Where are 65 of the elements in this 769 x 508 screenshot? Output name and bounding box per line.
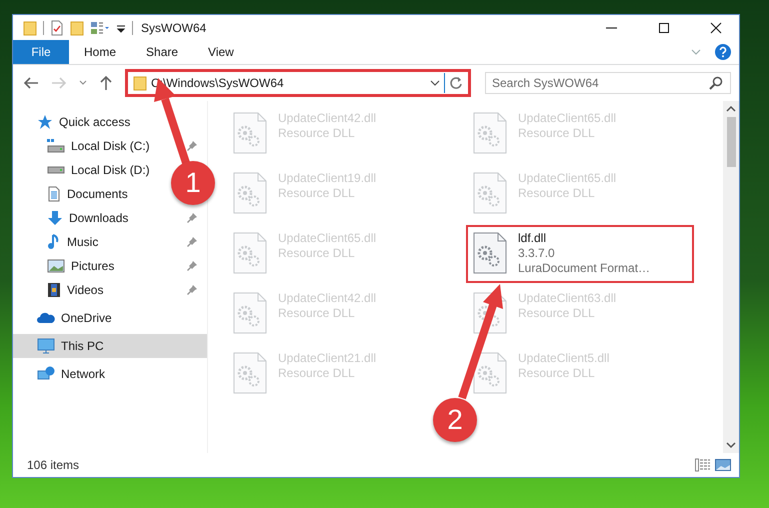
properties-icon[interactable] <box>50 20 64 36</box>
expand-ribbon-icon[interactable] <box>691 48 701 56</box>
sidebar-item[interactable]: Local Disk (C:) <box>13 134 207 158</box>
file-detail: 3.3.7.0 <box>518 246 556 261</box>
scrollbar-thumb[interactable] <box>726 117 736 167</box>
drive-icon <box>47 139 65 153</box>
file-gear-icon <box>472 171 508 215</box>
up-arrow-icon[interactable] <box>99 75 113 91</box>
back-arrow-icon[interactable] <box>23 76 39 90</box>
file-gear-icon <box>232 171 268 215</box>
pin-icon[interactable] <box>187 213 197 223</box>
search-field[interactable]: Search SysWOW64 <box>485 72 731 94</box>
sidebar-item[interactable]: Documents <box>13 182 144 206</box>
folder-icon <box>133 75 147 91</box>
ribbon-tab[interactable]: View <box>193 40 249 64</box>
view-options-icon[interactable] <box>90 20 110 36</box>
file-gear-icon <box>472 351 508 395</box>
file-gear-icon <box>232 111 268 155</box>
refresh-icon[interactable] <box>449 76 463 90</box>
star-icon <box>37 114 53 130</box>
picture-icon <box>47 259 65 273</box>
file-name: ldf.dll <box>518 231 548 246</box>
network-icon <box>37 366 55 382</box>
pin-icon[interactable] <box>187 237 197 247</box>
file-item[interactable]: ldf.dll 3.3.7.0 LuraDocument Format… <box>466 225 694 283</box>
pin-icon[interactable] <box>187 141 197 151</box>
sidebar-item[interactable]: Downloads <box>13 206 207 230</box>
document-icon <box>47 186 61 202</box>
large-icons-view-icon[interactable] <box>715 458 731 472</box>
item-count: 106 items <box>27 458 80 472</box>
sidebar-item[interactable]: Music <box>13 230 207 254</box>
sidebar-item[interactable]: Network <box>13 362 116 386</box>
dropdown-icon[interactable] <box>430 79 440 87</box>
scrollbar[interactable] <box>723 101 739 453</box>
cloud-icon <box>37 312 55 324</box>
film-icon <box>47 282 61 298</box>
ribbon-tab[interactable]: Share <box>131 40 194 64</box>
monitor-icon <box>37 338 55 354</box>
sidebar-item[interactable]: Pictures <box>13 254 207 278</box>
window-title: SysWOW64 <box>141 20 206 34</box>
file-detail: LuraDocument Format… <box>518 261 650 276</box>
pin-icon[interactable] <box>187 261 197 271</box>
recent-locations-icon[interactable] <box>79 80 87 86</box>
download-arrow-icon <box>47 210 63 226</box>
file-gear-icon <box>232 231 268 275</box>
scroll-down-icon[interactable] <box>726 441 736 449</box>
drive-icon <box>47 166 65 174</box>
details-view-icon[interactable] <box>695 458 711 472</box>
file-gear-icon <box>232 351 268 395</box>
sidebar-item[interactable]: OneDrive <box>13 306 122 330</box>
sidebar-item[interactable]: Quick access <box>13 110 140 134</box>
music-note-icon <box>47 234 61 250</box>
file-gear-icon <box>232 291 268 335</box>
scroll-up-icon[interactable] <box>726 105 736 113</box>
pin-icon[interactable] <box>187 285 197 295</box>
maximize-icon[interactable] <box>658 22 670 34</box>
file-gear-icon <box>472 111 508 155</box>
close-icon[interactable] <box>710 22 722 34</box>
sidebar-item[interactable]: Local Disk (D:) <box>13 158 166 182</box>
ribbon-tab[interactable]: File <box>13 40 69 64</box>
file-gear-icon <box>472 231 508 275</box>
sidebar-item[interactable]: This PC <box>13 334 207 358</box>
help-icon[interactable] <box>715 44 731 60</box>
ribbon-tab[interactable]: Home <box>69 40 132 64</box>
sidebar-item[interactable]: Videos <box>13 278 207 302</box>
